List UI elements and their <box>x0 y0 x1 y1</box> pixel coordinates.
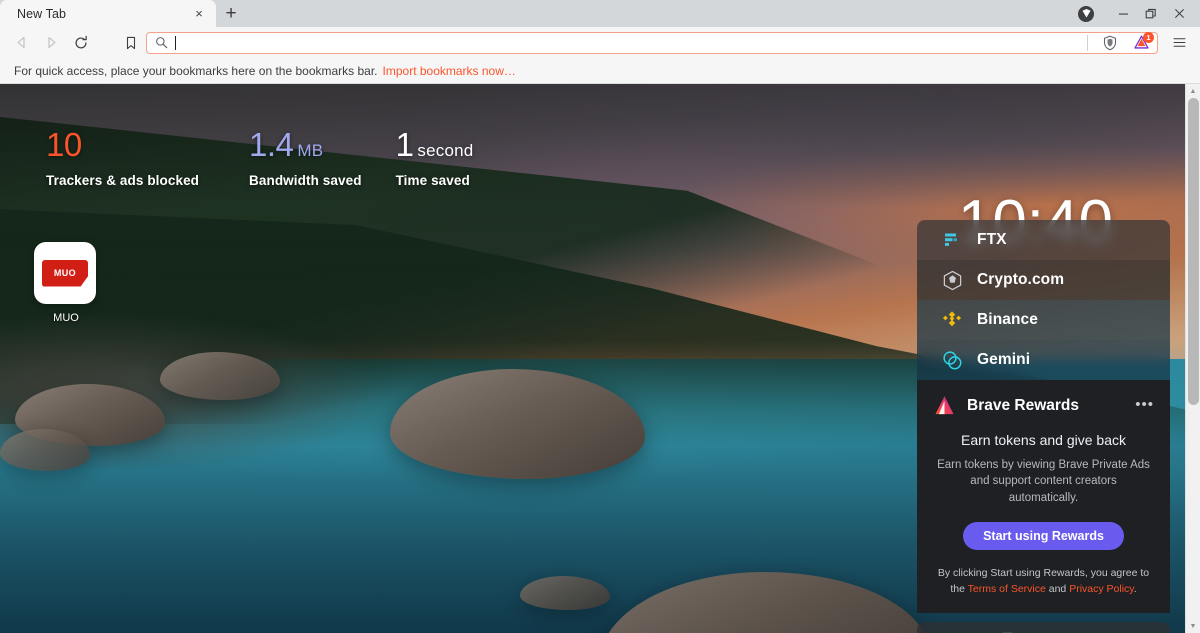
ftx-icon <box>941 229 963 251</box>
muo-logo-icon: MUO <box>42 259 88 287</box>
reload-button[interactable] <box>66 30 96 56</box>
stat-value-group: 1.4 MB <box>249 128 362 161</box>
stat-trackers-blocked: 10 Trackers & ads blocked <box>46 128 199 188</box>
crypto-item-gemini[interactable]: Gemini <box>917 340 1170 380</box>
omnibox-divider <box>1087 34 1088 51</box>
crypto-item-binance[interactable]: Binance <box>917 300 1170 340</box>
new-tab-button[interactable]: + <box>216 0 246 27</box>
stat-value: 1 <box>395 126 414 163</box>
stat-value: 1.4 <box>249 126 294 163</box>
gemini-icon <box>941 349 963 371</box>
binance-icon <box>941 309 963 331</box>
site-favicon: MUO <box>34 242 96 304</box>
text-caret <box>175 35 176 50</box>
shields-icon[interactable] <box>1098 32 1122 54</box>
scroll-down-button[interactable]: ▼ <box>1186 619 1200 633</box>
tab-strip: New Tab × + <box>0 0 1200 27</box>
stat-unit: second <box>417 141 474 160</box>
browser-window: New Tab × + 1 For quick access, place yo… <box>0 0 1200 633</box>
stat-value: 10 <box>46 126 82 163</box>
rewards-badge: 1 <box>1143 31 1154 43</box>
crypto-item-cryptocom[interactable]: Crypto.com <box>917 260 1170 300</box>
muo-logo-text: MUO <box>53 268 77 278</box>
browser-menu-button[interactable] <box>1166 30 1192 56</box>
maximize-button[interactable] <box>1138 3 1164 25</box>
browser-toolbar: 1 <box>0 27 1200 58</box>
rewards-more-options-button[interactable]: ••• <box>1135 397 1154 412</box>
terms-of-service-link[interactable]: Terms of Service <box>968 583 1046 595</box>
tab-title: New Tab <box>17 6 67 21</box>
import-bookmarks-link[interactable]: Import bookmarks now… <box>383 64 516 78</box>
brave-rewards-card: Brave Rewards ••• Earn tokens and give b… <box>917 380 1170 614</box>
download-indicator-icon[interactable] <box>1078 5 1094 22</box>
rewards-terms-middle: and <box>1045 582 1070 595</box>
privacy-policy-link[interactable]: Privacy Policy <box>1069 583 1134 595</box>
rewards-terms: By clicking Start using Rewards, you agr… <box>933 566 1154 598</box>
top-site-label: MUO <box>53 312 79 324</box>
crypto-item-label: Binance <box>977 311 1038 328</box>
rewards-terms-suffix: . <box>1133 582 1137 595</box>
crypto-widget: FTX Crypto.com Binance Gemini <box>917 220 1170 380</box>
rewards-subtitle: Earn tokens and give back <box>961 432 1126 448</box>
privacy-stats: 10 Trackers & ads blocked 1.4 MB Bandwidt… <box>46 128 501 188</box>
search-input[interactable] <box>183 32 1077 53</box>
stat-label: Trackers & ads blocked <box>46 173 200 188</box>
top-sites: MUO MUO <box>34 242 98 324</box>
top-site-tile-muo[interactable]: MUO MUO <box>34 242 98 324</box>
scrollbar-thumb[interactable] <box>1187 98 1199 406</box>
search-icon <box>155 36 168 49</box>
start-using-rewards-button[interactable]: Start using Rewards <box>963 521 1124 550</box>
crypto-item-label: Crypto.com <box>977 271 1065 288</box>
stat-bandwidth-saved: 1.4 MB Bandwidth saved <box>249 128 362 188</box>
bookmarks-bar-message: For quick access, place your bookmarks h… <box>14 63 378 78</box>
cryptocom-icon <box>941 269 963 291</box>
rewards-title: Brave Rewards <box>967 396 1080 414</box>
rewards-description: Earn tokens by viewing Brave Private Ads… <box>937 459 1150 504</box>
brave-logo-icon <box>933 394 956 417</box>
back-button[interactable] <box>6 30 36 56</box>
stat-time-saved: 1 second Time saved <box>396 128 474 188</box>
minimize-button[interactable] <box>1110 3 1136 25</box>
tab-new-tab[interactable]: New Tab × <box>0 0 216 27</box>
close-icon[interactable]: × <box>190 5 208 23</box>
stat-label: Bandwidth saved <box>249 173 362 188</box>
rewards-header: Brave Rewards ••• <box>933 394 1154 417</box>
stat-unit: MB <box>297 141 324 160</box>
new-tab-content: 10 Trackers & ads blocked 1.4 MB Bandwidt… <box>0 84 1185 633</box>
bookmarks-bar: For quick access, place your bookmarks h… <box>0 58 1200 84</box>
new-tab-page: 10 Trackers & ads blocked 1.4 MB Bandwidt… <box>0 84 1200 633</box>
crypto-item-label: Gemini <box>977 351 1031 368</box>
close-window-button[interactable] <box>1166 3 1192 25</box>
window-controls <box>1078 0 1200 27</box>
widget-column: FTX Crypto.com Binance Gemini Brave Rewa… <box>917 220 1170 633</box>
vertical-scrollbar[interactable]: ▲ ▼ <box>1185 84 1200 633</box>
address-bar[interactable]: 1 <box>146 31 1158 54</box>
crypto-item-ftx[interactable]: FTX <box>917 220 1170 260</box>
stat-label: Time saved <box>395 173 470 188</box>
forward-button[interactable] <box>36 30 66 56</box>
rewards-icon[interactable]: 1 <box>1129 31 1154 54</box>
edit-cards-button[interactable]: Edit Cards <box>917 622 1170 633</box>
scrollbar-track[interactable] <box>1186 98 1200 619</box>
scroll-up-button[interactable]: ▲ <box>1186 84 1200 98</box>
stat-value-group: 1 second <box>396 128 474 161</box>
bookmark-icon[interactable] <box>116 30 146 56</box>
crypto-item-label: FTX <box>977 231 1007 248</box>
